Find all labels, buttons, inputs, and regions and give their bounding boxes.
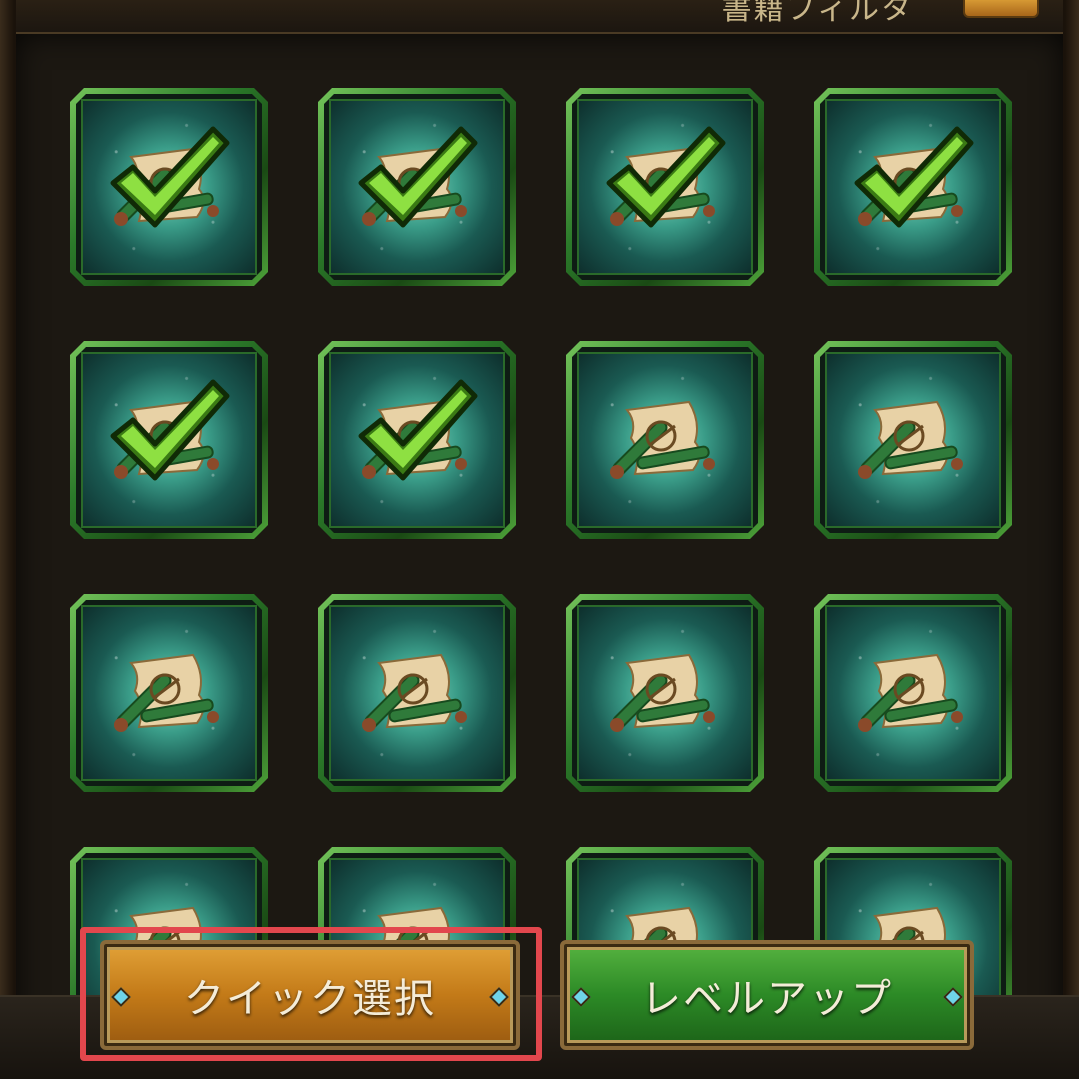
check-icon	[103, 374, 233, 494]
catapult-scroll-icon	[597, 635, 727, 745]
level-up-label: レベルアップ	[641, 976, 893, 1022]
tile-frame	[76, 600, 262, 786]
shield-scroll-icon	[349, 129, 479, 239]
tile-frame	[76, 347, 262, 533]
book-tile[interactable]	[70, 341, 268, 539]
tile-frame	[324, 347, 510, 533]
book-grid	[0, 0, 1079, 1079]
check-icon	[351, 374, 481, 494]
book-tile[interactable]	[70, 594, 268, 792]
tile-frame	[324, 600, 510, 786]
tile-background	[577, 99, 753, 275]
book-tile[interactable]	[814, 594, 1012, 792]
gem-right-icon	[943, 987, 963, 1007]
book-tile[interactable]	[566, 88, 764, 286]
tile-frame	[324, 94, 510, 280]
highlight-annotation	[80, 927, 542, 1061]
tile-background	[825, 99, 1001, 275]
book-tile[interactable]	[318, 341, 516, 539]
bow-scroll-icon	[597, 382, 727, 492]
tile-frame	[76, 94, 262, 280]
tile-background	[329, 605, 505, 781]
catapult-scroll-icon	[845, 382, 975, 492]
tile-frame	[820, 94, 1006, 280]
book-tile[interactable]	[70, 88, 268, 286]
tile-background	[81, 352, 257, 528]
tile-background	[81, 605, 257, 781]
tile-frame	[820, 347, 1006, 533]
tile-frame	[572, 347, 758, 533]
shield-scroll-icon	[349, 382, 479, 492]
book-tile[interactable]	[814, 341, 1012, 539]
check-icon	[103, 121, 233, 241]
book-tile[interactable]	[566, 341, 764, 539]
tile-frame	[572, 600, 758, 786]
check-icon	[847, 121, 977, 241]
horse-scroll-icon	[101, 129, 231, 239]
catapult-scroll-icon	[845, 129, 975, 239]
catapult-scroll-icon	[845, 635, 975, 745]
book-tile[interactable]	[318, 594, 516, 792]
horse-scroll-icon	[101, 382, 231, 492]
tile-background	[825, 605, 1001, 781]
tile-background	[577, 352, 753, 528]
tile-background	[329, 99, 505, 275]
level-up-button[interactable]: レベルアップ	[560, 940, 974, 1050]
tile-background	[81, 99, 257, 275]
book-tile[interactable]	[566, 594, 764, 792]
tile-background	[577, 605, 753, 781]
gem-left-icon	[571, 987, 591, 1007]
tile-background	[329, 352, 505, 528]
tile-background	[825, 352, 1001, 528]
check-icon	[599, 121, 729, 241]
shield-scroll-icon	[101, 635, 231, 745]
tile-frame	[820, 600, 1006, 786]
catapult-scroll-icon	[349, 635, 479, 745]
tile-frame	[572, 94, 758, 280]
book-tile[interactable]	[814, 88, 1012, 286]
book-tile[interactable]	[318, 88, 516, 286]
check-icon	[351, 121, 481, 241]
bow-scroll-icon	[597, 129, 727, 239]
